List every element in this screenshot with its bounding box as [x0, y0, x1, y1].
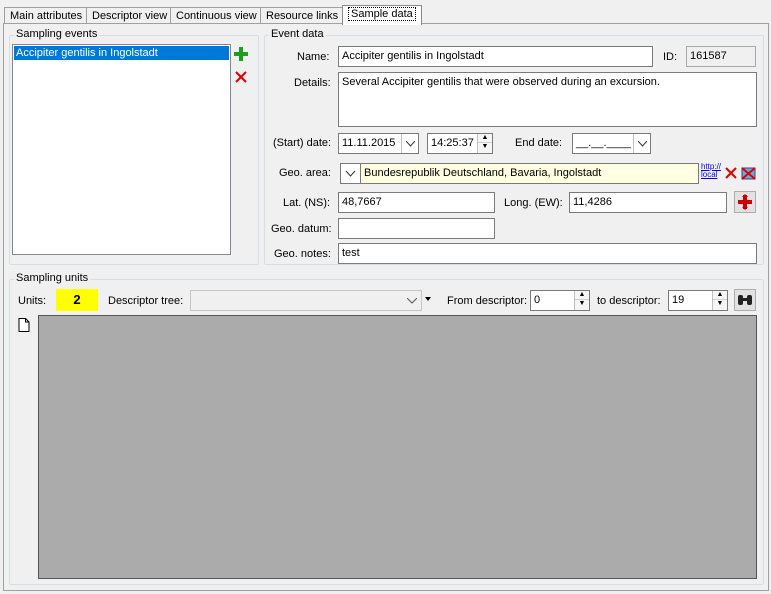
- start-date-value: 11.11.2015: [342, 137, 396, 149]
- from-descriptor-value: 0: [534, 294, 541, 306]
- sampling-units-grid[interactable]: [38, 315, 757, 579]
- from-descriptor-label: From descriptor:: [447, 295, 528, 307]
- delete-event-button[interactable]: [232, 68, 250, 86]
- binoculars-icon: [738, 295, 752, 305]
- time-spinner[interactable]: ▲ ▼: [477, 134, 492, 153]
- to-descriptor-label: to descriptor:: [597, 295, 661, 307]
- sampling-units-title: Sampling units: [14, 272, 91, 284]
- id-field: 161587: [686, 46, 756, 67]
- from-descriptor-stepper[interactable]: 0 ▲ ▼: [530, 290, 590, 311]
- units-label: Units:: [18, 295, 47, 307]
- find-descriptor-button[interactable]: [734, 289, 756, 311]
- descriptor-tree-label: Descriptor tree:: [108, 295, 184, 307]
- event-data-title: Event data: [269, 28, 326, 40]
- start-date-label: (Start) date:: [273, 137, 332, 149]
- to-descriptor-value: 19: [672, 294, 685, 306]
- plus-icon: [234, 47, 248, 61]
- geo-datum-label: Geo. datum:: [271, 223, 332, 235]
- geo-link[interactable]: http:// local: [701, 163, 721, 179]
- geo-link-line2: local: [701, 170, 718, 179]
- list-item[interactable]: Accipiter gentilis in Ingolstadt: [14, 46, 229, 60]
- map-remove-icon: [740, 166, 756, 180]
- units-count-badge: 2: [56, 289, 98, 311]
- tab-resource-links[interactable]: Resource links: [260, 7, 345, 24]
- sampling-events-list[interactable]: Accipiter gentilis in Ingolstadt: [12, 44, 231, 255]
- tab-sample-data[interactable]: Sample data: [342, 5, 422, 25]
- start-time-field[interactable]: 14:25:37 ▲ ▼: [427, 133, 493, 154]
- chevron-down-icon[interactable]: [401, 134, 418, 153]
- tab-main-attributes[interactable]: Main attributes: [4, 7, 89, 24]
- sampling-events-title: Sampling events: [14, 28, 100, 40]
- chevron-down-icon: [345, 170, 356, 177]
- geo-datum-field[interactable]: [338, 218, 495, 239]
- longitude-field[interactable]: 11,4286: [569, 192, 727, 213]
- geo-notes-field[interactable]: test: [338, 243, 757, 264]
- name-field[interactable]: Accipiter gentilis in Ingolstadt: [338, 46, 653, 67]
- lat-label: Lat. (NS):: [283, 197, 331, 209]
- long-label: Long. (EW):: [504, 197, 563, 209]
- tab-continuous-view[interactable]: Continuous view: [170, 7, 263, 24]
- to-descriptor-stepper[interactable]: 19 ▲ ▼: [668, 290, 728, 311]
- clear-geo-area-button[interactable]: [722, 164, 740, 182]
- crosshair-icon: [738, 194, 752, 210]
- chevron-down-icon[interactable]: [633, 134, 650, 153]
- end-date-value: __.__.____: [576, 137, 632, 149]
- descriptor-tree-combo[interactable]: [190, 290, 422, 311]
- geo-area-label: Geo. area:: [279, 167, 331, 179]
- delete-x-icon: [235, 71, 247, 83]
- geo-area-dropdown-button[interactable]: [340, 163, 361, 184]
- add-event-button[interactable]: [232, 45, 250, 63]
- pick-coordinates-button[interactable]: [734, 191, 756, 213]
- to-spinner[interactable]: ▲ ▼: [712, 291, 727, 310]
- chevron-down-icon: [407, 298, 417, 304]
- tab-descriptor-view[interactable]: Descriptor view: [86, 7, 174, 24]
- from-spinner[interactable]: ▲ ▼: [574, 291, 589, 310]
- latitude-field[interactable]: 48,7667: [338, 192, 495, 213]
- delete-x-icon: [725, 167, 737, 179]
- new-document-icon: [18, 318, 30, 332]
- details-field[interactable]: Several Accipiter gentilis that were obs…: [338, 72, 757, 127]
- start-time-value: 14:25:37: [431, 137, 474, 149]
- end-date-picker[interactable]: __.__.____: [572, 133, 651, 154]
- end-date-label: End date:: [515, 137, 563, 149]
- geo-notes-label: Geo. notes:: [274, 248, 331, 260]
- name-label: Name:: [297, 51, 330, 63]
- geo-area-field[interactable]: Bundesrepublik Deutschland, Bavaria, Ing…: [360, 163, 699, 184]
- details-label: Details:: [294, 77, 331, 89]
- id-label: ID:: [663, 51, 678, 63]
- dropdown-arrow-icon[interactable]: [425, 294, 431, 307]
- start-date-picker[interactable]: 11.11.2015: [338, 133, 419, 154]
- remove-map-button[interactable]: [739, 164, 757, 182]
- new-unit-button[interactable]: [15, 316, 33, 334]
